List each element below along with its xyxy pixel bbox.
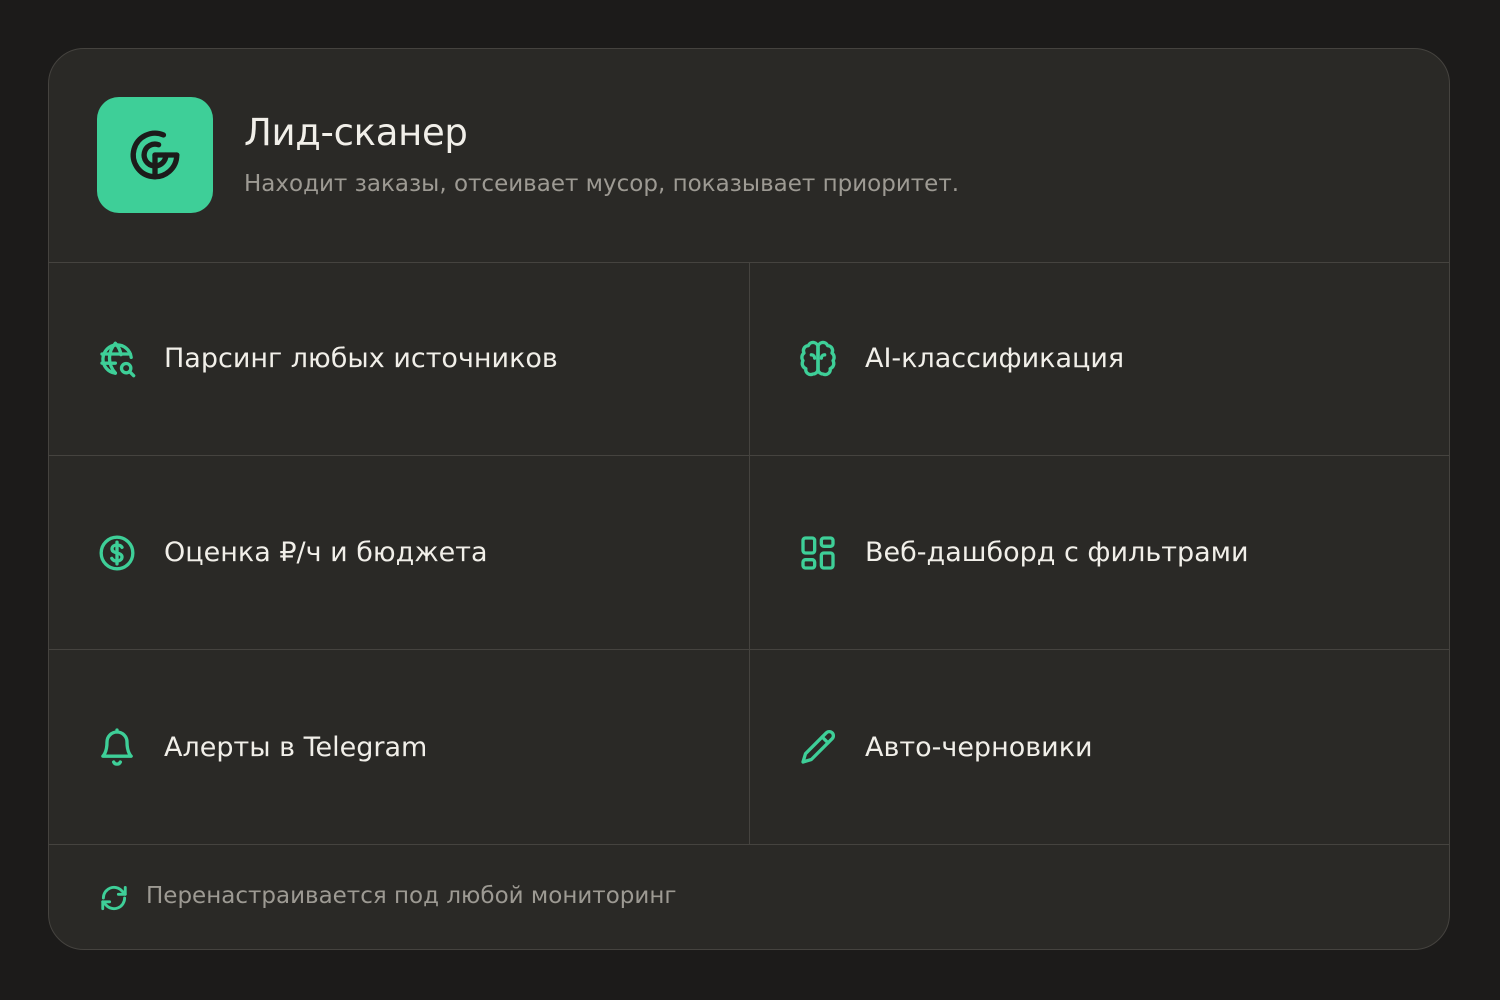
feature-item-ai-classification: AI-классификация: [750, 262, 1449, 456]
app-subtitle: Находит заказы, отсеивает мусор, показыв…: [244, 171, 960, 197]
feature-label: Авто-черновики: [865, 731, 1093, 763]
radar-scan-icon: [130, 130, 180, 180]
bell-icon: [97, 727, 137, 767]
feature-label: Веб-дашборд с фильтрами: [865, 537, 1249, 568]
dollar-circle-icon: [97, 533, 137, 573]
feature-item-parsing: Парсинг любых источников: [49, 262, 750, 456]
feature-item-telegram-alerts: Алерты в Telegram: [49, 650, 750, 844]
feature-grid: Парсинг любых источников AI-классификаци…: [49, 262, 1449, 844]
feature-label: AI-классификация: [865, 343, 1125, 374]
feature-label: Парсинг любых источников: [164, 343, 558, 374]
feature-label: Алерты в Telegram: [164, 731, 428, 763]
globe-search-icon: [97, 339, 137, 379]
card-header: Лид-сканер Находит заказы, отсеивает мус…: [49, 49, 1449, 263]
dashboard-icon: [798, 533, 838, 573]
feature-label: Оценка ₽/ч и бюджета: [164, 537, 488, 568]
brain-icon: [798, 339, 838, 379]
footer-text: Перенастраивается под любой мониторинг: [146, 883, 677, 909]
app-title: Лид-сканер: [244, 111, 468, 154]
pencil-icon: [798, 727, 838, 767]
feature-card: Лид-сканер Находит заказы, отсеивает мус…: [48, 48, 1450, 950]
feature-item-auto-drafts: Авто-черновики: [750, 650, 1449, 844]
card-footer: Перенастраивается под любой мониторинг: [49, 844, 1449, 949]
app-logo: [97, 97, 213, 213]
refresh-icon: [99, 883, 129, 913]
feature-item-dashboard: Веб-дашборд с фильтрами: [750, 456, 1449, 650]
feature-item-rate-estimate: Оценка ₽/ч и бюджета: [49, 456, 750, 650]
